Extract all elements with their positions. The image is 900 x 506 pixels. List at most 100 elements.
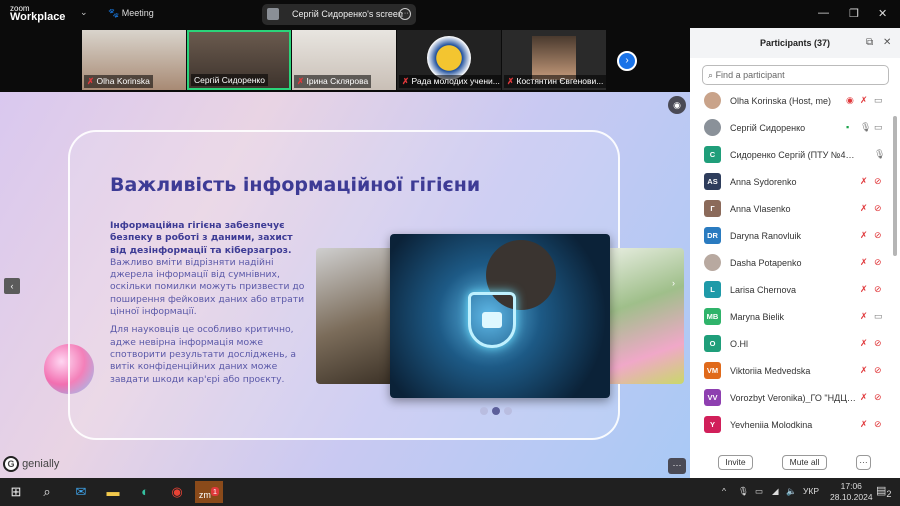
mic-off-icon[interactable]: ✗ xyxy=(860,392,868,403)
participant-row[interactable]: Г Anna Vlasenko ⊘ ✗ xyxy=(690,196,890,223)
participant-row[interactable]: С Сидоренко Сергій (ПТУ №44 м. М... 🎙 xyxy=(690,142,890,169)
camera-off-icon[interactable]: ⊘ xyxy=(874,392,882,403)
more-options-button[interactable]: ··· xyxy=(668,458,686,474)
participant-row[interactable]: Olha Korinska (Host, me) ▭ ✗ ◉ xyxy=(690,88,890,115)
participant-name: Dasha Potapenko xyxy=(730,258,802,268)
camera-off-icon[interactable]: ⊘ xyxy=(874,365,882,376)
meeting-button[interactable]: 🐾 Meeting xyxy=(108,8,154,19)
video-tile[interactable]: ✗ Костянтин Євгенови... xyxy=(502,30,606,90)
carousel-image-cybersecurity[interactable] xyxy=(390,234,610,398)
participant-row[interactable]: Сергій Сидоренко ▭ 🎙 ▪ xyxy=(690,115,890,142)
mic-off-icon[interactable]: ✗ xyxy=(860,284,868,295)
camera-off-icon[interactable]: ⊘ xyxy=(874,230,882,241)
mic-off-icon[interactable]: ✗ xyxy=(860,95,868,106)
next-slide-button[interactable]: › xyxy=(672,278,675,288)
camera-off-icon[interactable]: ⊘ xyxy=(874,203,882,214)
date: 28.10.2024 xyxy=(830,492,873,502)
mic-off-icon[interactable]: ✗ xyxy=(860,419,868,430)
camera-off-icon[interactable]: ⊘ xyxy=(874,257,882,268)
search-icon[interactable]: ⌕ xyxy=(33,481,61,503)
carousel-image-prev[interactable] xyxy=(316,248,396,384)
chevron-up-icon[interactable]: ^ xyxy=(722,486,726,496)
volume-icon[interactable]: 🔈 xyxy=(786,486,797,497)
language-indicator[interactable]: УКР xyxy=(803,486,819,496)
notifications-icon[interactable]: ▤2 xyxy=(876,484,892,499)
close-icon[interactable]: ✕ xyxy=(878,7,887,20)
mic-off-icon: ✗ xyxy=(297,76,305,86)
tile-name: Рада молодих учени... xyxy=(411,76,500,86)
participant-row[interactable]: AS Anna Sydorenko ⊘ ✗ xyxy=(690,169,890,196)
microphone-icon[interactable]: 🎙 xyxy=(738,486,749,497)
participant-name: Anna Sydorenko xyxy=(730,177,797,187)
participant-row[interactable]: MB Maryna Bielik ▭ ✗ xyxy=(690,304,890,331)
chevron-down-icon[interactable]: ⌄ xyxy=(80,7,88,18)
prev-slide-button[interactable]: ‹ xyxy=(4,278,20,294)
video-tile[interactable]: ✗ Olha Korinska xyxy=(82,30,186,90)
windows-start-icon[interactable]: ⊞ xyxy=(2,481,30,503)
mic-off-icon[interactable]: ✗ xyxy=(860,230,868,241)
slide-text: Інформаційна гігієна забезпечує безпеку … xyxy=(110,220,305,392)
participant-row[interactable]: Dasha Potapenko ⊘ ✗ xyxy=(690,250,890,277)
camera-off-icon[interactable]: ⊘ xyxy=(874,338,882,349)
share-indicator[interactable]: Сергій Сидоренко's screen ··· xyxy=(262,4,416,25)
avatar: С xyxy=(704,146,721,163)
camera-off-icon[interactable]: ⊘ xyxy=(874,176,882,187)
time: 17:06 xyxy=(840,481,862,491)
mic-off-icon[interactable]: ✗ xyxy=(860,176,868,187)
microphone-icon[interactable]: 🎙 xyxy=(860,122,871,133)
carousel-dot-active[interactable] xyxy=(492,407,500,415)
wifi-icon[interactable]: ◢ xyxy=(772,486,779,497)
avatar xyxy=(704,119,721,136)
close-icon[interactable]: ✕ xyxy=(883,37,891,48)
avatar: L xyxy=(704,281,721,298)
popout-icon[interactable]: ⧉ xyxy=(866,37,873,48)
participant-row[interactable]: L Larisa Chernova ⊘ ✗ xyxy=(690,277,890,304)
mic-off-icon: ✗ xyxy=(87,76,95,86)
edge-icon[interactable]: ◐ xyxy=(131,481,159,503)
mic-off-icon[interactable]: ✗ xyxy=(860,257,868,268)
camera-icon[interactable]: ▭ xyxy=(874,122,883,133)
video-tile[interactable]: ✗ Ірина Склярова xyxy=(292,30,396,90)
more-button[interactable]: ··· xyxy=(856,455,871,470)
mic-off-icon[interactable]: ✗ xyxy=(860,338,868,349)
microphone-icon[interactable]: 🎙 xyxy=(874,149,885,160)
scrollbar[interactable] xyxy=(893,116,897,256)
recording-icon[interactable]: ◉ xyxy=(846,95,854,106)
participant-row[interactable]: DR Daryna Ranovluik ⊘ ✗ xyxy=(690,223,890,250)
minimize-icon[interactable]: — xyxy=(818,7,829,19)
screen-share-icon[interactable]: ▪ xyxy=(846,122,849,132)
mic-off-icon[interactable]: ✗ xyxy=(860,203,868,214)
mail-icon[interactable]: ✉ xyxy=(67,481,95,503)
organization-logo xyxy=(427,36,471,80)
zoom-taskbar-icon[interactable]: zm 1 xyxy=(195,481,223,503)
invite-button[interactable]: Invite xyxy=(718,455,753,470)
battery-icon[interactable]: ▭ xyxy=(755,486,763,497)
camera-icon[interactable]: ▭ xyxy=(874,95,883,106)
file-explorer-icon[interactable]: ▬ xyxy=(99,481,127,503)
carousel-dots[interactable] xyxy=(480,402,516,420)
camera-icon[interactable]: ▭ xyxy=(874,311,883,322)
participant-row[interactable]: O O.Hl ⊘ ✗ xyxy=(690,331,890,358)
mic-off-icon[interactable]: ✗ xyxy=(860,311,868,322)
video-tile[interactable]: ✗ Рада молодих учени... xyxy=(397,30,501,90)
camera-off-icon[interactable]: ⊘ xyxy=(874,284,882,295)
chrome-icon[interactable]: ◉ xyxy=(163,481,191,503)
mic-off-icon[interactable]: ✗ xyxy=(860,365,868,376)
camera-off-icon[interactable]: ⊘ xyxy=(874,419,882,430)
carousel-dot[interactable] xyxy=(480,407,488,415)
participant-row[interactable]: Y Yevheniia Molodkina ⊘ ✗ xyxy=(690,412,890,439)
more-icon[interactable]: ··· xyxy=(399,8,411,20)
restore-icon[interactable]: ❐ xyxy=(849,7,859,20)
annotate-icon[interactable]: ◉ xyxy=(668,96,686,114)
carousel-image-next[interactable] xyxy=(606,248,684,384)
clock[interactable]: 17:06 28.10.2024 xyxy=(830,481,873,503)
participant-search-input[interactable]: ⌕ Find a participant xyxy=(702,65,889,85)
video-tile-active[interactable]: Сергій Сидоренко xyxy=(187,30,291,90)
next-page-button[interactable]: › xyxy=(617,51,637,71)
participant-row[interactable]: VV Vorozbyt Veronika)_ГО "НДЦ Н... ⊘ ✗ xyxy=(690,385,890,412)
avatar xyxy=(267,8,279,20)
carousel-dot[interactable] xyxy=(504,407,512,415)
mute-all-button[interactable]: Mute all xyxy=(782,455,827,470)
participant-row[interactable]: VM Viktoriia Medvedska ⊘ ✗ xyxy=(690,358,890,385)
zoom-badge: 1 xyxy=(210,487,220,496)
